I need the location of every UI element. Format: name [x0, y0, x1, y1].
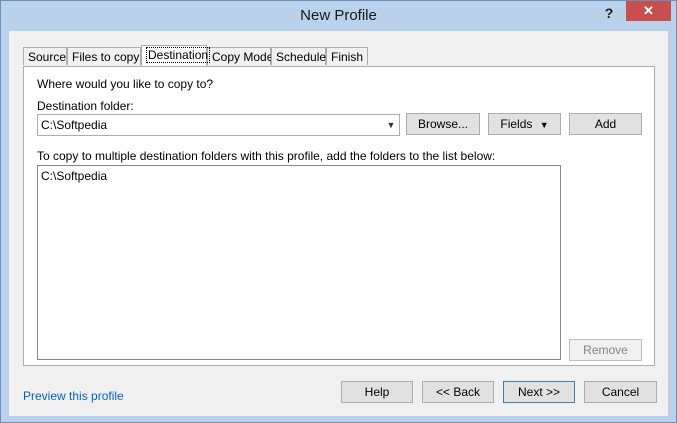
multi-destination-hint: To copy to multiple destination folders …: [37, 149, 496, 163]
title-bar[interactable]: New Profile ? ✕: [1, 1, 676, 31]
destination-question: Where would you like to copy to?: [37, 77, 214, 91]
tab-copy-mode[interactable]: Copy Mode: [207, 47, 274, 65]
tab-label: Copy Mode: [212, 50, 274, 64]
tab-label: Files to copy: [72, 50, 140, 64]
add-button[interactable]: Add: [569, 113, 642, 135]
tab-label: Finish: [331, 50, 364, 64]
fields-button[interactable]: Fields ▼: [488, 113, 561, 135]
fields-button-label: Fields: [500, 117, 533, 131]
tab-label: Schedule: [276, 50, 327, 64]
destination-panel: Where would you like to copy to? Destina…: [23, 66, 655, 366]
tab-files-to-copy[interactable]: Files to copy: [67, 47, 141, 65]
destination-folder-label: Destination folder:: [37, 99, 134, 113]
next-button[interactable]: Next >>: [503, 381, 575, 403]
tab-destination[interactable]: Destination: [141, 45, 211, 66]
help-title-button[interactable]: ?: [599, 3, 619, 23]
tab-label: Destination: [146, 47, 211, 63]
tab-schedule[interactable]: Schedule: [271, 47, 326, 65]
window-title: New Profile: [300, 7, 377, 24]
help-button[interactable]: Help: [341, 381, 413, 403]
tab-finish[interactable]: Finish: [326, 47, 368, 65]
chevron-down-icon[interactable]: ▼: [383, 115, 399, 135]
triangle-down-icon: ▼: [539, 120, 549, 130]
browse-button[interactable]: Browse...: [406, 113, 480, 135]
back-button[interactable]: << Back: [422, 381, 494, 403]
destination-folder-value: C:\Softpedia: [41, 118, 108, 132]
preview-profile-link[interactable]: Preview this profile: [23, 389, 124, 403]
tab-source[interactable]: Source: [23, 47, 67, 65]
remove-button[interactable]: Remove: [569, 339, 642, 361]
dialog-client-area: Source Files to copy Destination Copy Mo…: [9, 31, 668, 416]
list-item[interactable]: C:\Softpedia: [41, 169, 107, 183]
dialog-window: New Profile ? ✕ Source Files to copy Des…: [0, 0, 677, 423]
tab-label: Source: [28, 50, 67, 64]
destination-folders-list[interactable]: C:\Softpedia: [37, 165, 561, 360]
close-button[interactable]: ✕: [626, 1, 671, 21]
destination-folder-combo[interactable]: C:\Softpedia ▼: [37, 114, 400, 136]
cancel-button[interactable]: Cancel: [584, 381, 657, 403]
